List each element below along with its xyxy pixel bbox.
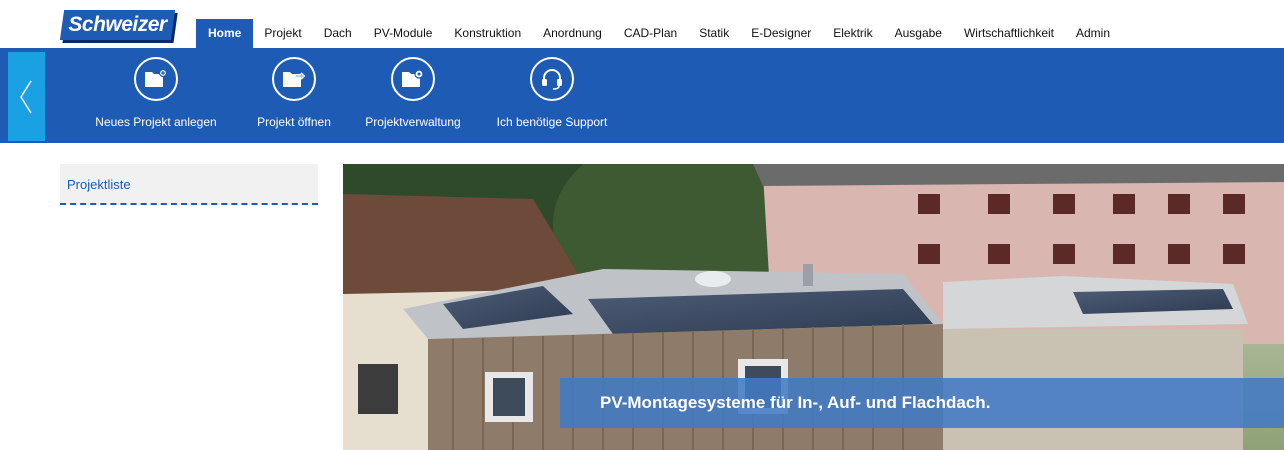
main-nav-tabs: Home Projekt Dach PV-Module Konstruktion… bbox=[196, 19, 1121, 48]
support-button[interactable]: Ich benötige Support bbox=[484, 57, 620, 139]
project-management-label: Projektverwaltung bbox=[365, 115, 461, 129]
tab-wirtschaftlichkeit[interactable]: Wirtschaftlichkeit bbox=[953, 19, 1065, 48]
hero-caption: PV-Montagesysteme für In-, Auf- und Flac… bbox=[600, 393, 991, 412]
tab-statik[interactable]: Statik bbox=[688, 19, 740, 48]
tab-e-designer[interactable]: E-Designer bbox=[740, 19, 822, 48]
new-project-label: Neues Projekt anlegen bbox=[95, 115, 217, 129]
headset-icon bbox=[542, 69, 562, 90]
open-folder-icon bbox=[283, 72, 306, 87]
projektliste-label: Projektliste bbox=[67, 177, 131, 192]
tab-dach[interactable]: Dach bbox=[313, 19, 363, 48]
tab-admin[interactable]: Admin bbox=[1065, 19, 1121, 48]
chevron-left-icon bbox=[20, 80, 32, 114]
project-management-button[interactable]: Projektverwaltung bbox=[354, 57, 472, 139]
new-folder-icon bbox=[145, 68, 168, 87]
hero-caption-banner: PV-Montagesysteme für In-, Auf- und Flac… bbox=[560, 378, 1284, 428]
open-project-label: Projekt öffnen bbox=[257, 115, 331, 129]
tab-projekt[interactable]: Projekt bbox=[253, 19, 312, 48]
logo-text: Schweizer bbox=[68, 13, 167, 36]
tab-projektliste[interactable]: Projektliste bbox=[60, 164, 318, 205]
open-project-button[interactable]: Projekt öffnen bbox=[245, 57, 343, 139]
top-header: Schweizer Home Projekt Dach PV-Module Ko… bbox=[0, 0, 1284, 48]
tab-elektrik[interactable]: Elektrik bbox=[822, 19, 883, 48]
folder-settings-icon bbox=[402, 69, 424, 87]
tab-anordnung[interactable]: Anordnung bbox=[532, 19, 613, 48]
schweizer-logo[interactable]: Schweizer bbox=[59, 10, 176, 40]
new-project-button[interactable]: Neues Projekt anlegen bbox=[82, 57, 230, 139]
tab-konstruktion[interactable]: Konstruktion bbox=[443, 19, 532, 48]
tab-ausgabe[interactable]: Ausgabe bbox=[884, 19, 953, 48]
tab-home[interactable]: Home bbox=[196, 19, 254, 48]
tab-cad-plan[interactable]: CAD-Plan bbox=[613, 19, 688, 48]
tab-pv-module[interactable]: PV-Module bbox=[363, 19, 444, 48]
ribbon-collapse-button[interactable] bbox=[8, 52, 45, 141]
support-label: Ich benötige Support bbox=[496, 115, 608, 129]
